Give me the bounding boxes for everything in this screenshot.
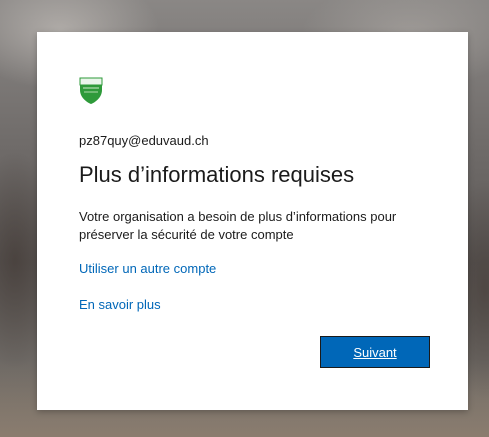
next-button[interactable]: Suivant [320,336,430,368]
organization-logo [79,77,103,105]
shield-crest-icon [79,77,103,104]
use-other-account-link[interactable]: Utiliser un autre compte [79,261,216,276]
account-email: pz87quy@eduvaud.ch [79,133,209,148]
sign-in-dialog: pz87quy@eduvaud.ch Plus d’informations r… [37,32,468,410]
description-text: Votre organisation a besoin de plus d’in… [79,209,397,242]
page-title: Plus d’informations requises [79,162,355,187]
learn-more-link[interactable]: En savoir plus [79,297,161,312]
